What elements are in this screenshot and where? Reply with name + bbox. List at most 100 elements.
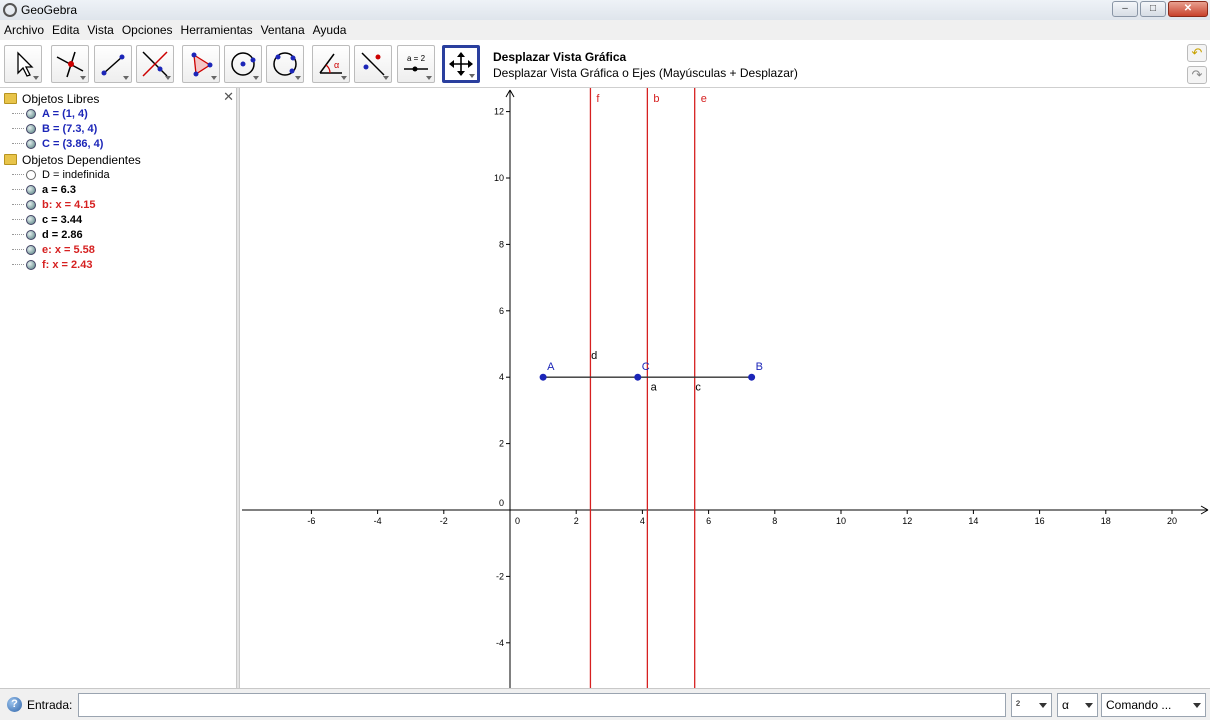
power-symbol-label: ² [1016, 698, 1020, 712]
input-field[interactable] [78, 693, 1006, 717]
algebra-item-text: e: x = 5.58 [42, 243, 95, 256]
algebra-item-text: b: x = 4.15 [42, 198, 96, 211]
tool-perpendicular-button[interactable] [136, 45, 174, 83]
command-label: Comando ... [1106, 698, 1172, 712]
point-label-B: B [756, 361, 763, 373]
geogebra-logo-icon [3, 3, 17, 17]
greek-letter-label: α [1062, 698, 1069, 712]
point-B [748, 373, 756, 381]
redo-icon[interactable]: ↷ [1187, 66, 1207, 84]
list-item[interactable]: e: x = 5.58 [12, 242, 95, 257]
x-tick-label: 8 [772, 516, 777, 526]
tool-move-graphics-button[interactable] [442, 45, 480, 83]
dependent-objects-label: Objetos Dependientes [22, 152, 141, 167]
tool-polygon-button[interactable] [182, 45, 220, 83]
menu-herramientas[interactable]: Herramientas [177, 23, 257, 37]
visibility-toggle-icon[interactable] [26, 229, 36, 240]
y-tick-label: 12 [494, 107, 504, 117]
close-button[interactable]: ✕ [1168, 1, 1208, 17]
visibility-toggle-icon[interactable] [26, 184, 36, 195]
close-icon[interactable]: ✕ [223, 89, 234, 105]
visibility-toggle-icon[interactable] [26, 244, 36, 255]
active-tool-help: Desplazar Vista Gráfica o Ejes (Mayúscul… [493, 66, 798, 80]
visibility-toggle-icon[interactable] [26, 123, 36, 134]
visibility-toggle-icon[interactable] [26, 214, 36, 225]
visibility-toggle-icon[interactable] [26, 108, 36, 119]
folder-icon [4, 154, 17, 165]
tool-circle-button[interactable] [224, 45, 262, 83]
x-tick-label: -4 [374, 516, 382, 526]
list-item[interactable]: B = (7.3, 4) [12, 121, 97, 136]
point-C [634, 373, 642, 381]
graphics-view[interactable]: -6 -4 -2 0 2 4 6 8 10 12 14 16 18 20 -4 -2 0 2 4 6 8 10 12 f b e a… [240, 88, 1210, 688]
undo-icon[interactable]: ↶ [1187, 44, 1207, 62]
algebra-item-text: f: x = 2.43 [42, 258, 93, 271]
list-item[interactable]: f: x = 2.43 [12, 257, 92, 272]
menu-ventana[interactable]: Ventana [257, 23, 309, 37]
x-tick-label: 16 [1035, 516, 1045, 526]
tool-line-button[interactable] [94, 45, 132, 83]
free-objects-folder[interactable]: Objetos Libres [4, 91, 99, 106]
command-combo[interactable]: Comando ... [1101, 693, 1206, 717]
dependent-objects-folder[interactable]: Objetos Dependientes [4, 152, 141, 167]
point-label-A: A [547, 361, 555, 373]
tool-angle-button[interactable]: α [312, 45, 350, 83]
menu-edita[interactable]: Edita [48, 23, 83, 37]
menu-opciones[interactable]: Opciones [118, 23, 177, 37]
menu-bar: Archivo Edita Vista Opciones Herramienta… [0, 20, 1210, 40]
help-icon[interactable]: ? [7, 697, 22, 712]
input-label: Entrada: [27, 698, 73, 712]
folder-icon [4, 93, 17, 104]
polygon-icon [191, 52, 213, 77]
tool-point-button[interactable] [51, 45, 89, 83]
power-symbol-combo[interactable]: ² [1011, 693, 1052, 717]
title-bar: GeoGebra – □ ✕ [0, 0, 1210, 20]
list-item[interactable]: D = indefinida [12, 167, 110, 182]
visibility-toggle-icon[interactable] [26, 169, 36, 180]
svg-text:α: α [334, 60, 339, 70]
algebra-item-text: A = (1, 4) [42, 107, 88, 120]
line-label-f: f [596, 93, 600, 105]
list-item[interactable]: b: x = 4.15 [12, 197, 96, 212]
graphics-canvas[interactable]: -6 -4 -2 0 2 4 6 8 10 12 14 16 18 20 -4 -2 0 2 4 6 8 10 12 f b e a… [240, 88, 1210, 688]
algebra-item-text: B = (7.3, 4) [42, 122, 98, 135]
tool-reflect-button[interactable] [354, 45, 392, 83]
maximize-button[interactable]: □ [1140, 1, 1166, 17]
segment-label-c: c [695, 381, 701, 393]
list-item[interactable]: c = 3.44 [12, 212, 82, 227]
toolbar: α a = 2 Desplazar Vista Gráfica Desplaza… [0, 40, 1210, 88]
svg-text:a = 2: a = 2 [407, 54, 426, 63]
menu-vista[interactable]: Vista [83, 23, 117, 37]
list-item[interactable]: d = 2.86 [12, 227, 83, 242]
menu-archivo[interactable]: Archivo [0, 23, 48, 37]
tool-slider-button[interactable]: a = 2 [397, 45, 435, 83]
y-tick-label: 2 [499, 439, 504, 449]
visibility-toggle-icon[interactable] [26, 259, 36, 270]
x-tick-label: 14 [968, 516, 978, 526]
visibility-toggle-icon[interactable] [26, 199, 36, 210]
minimize-button[interactable]: – [1112, 1, 1138, 17]
tool-move-button[interactable] [4, 45, 42, 83]
algebra-view: ✕ Objetos Libres A = (1, 4) B = (7.3, 4)… [0, 88, 236, 688]
line-label-e: e [701, 93, 707, 105]
window-title: GeoGebra [21, 3, 78, 17]
tool-circle3-button[interactable] [266, 45, 304, 83]
list-item[interactable]: a = 6.3 [12, 182, 76, 197]
segment-label-d: d [591, 350, 597, 362]
visibility-toggle-icon[interactable] [26, 138, 36, 149]
reflect-icon [361, 52, 385, 76]
y-tick-label: -4 [496, 638, 504, 648]
x-tick-label: 18 [1101, 516, 1111, 526]
algebra-item-text: D = indefinida [42, 168, 110, 181]
menu-ayuda[interactable]: Ayuda [309, 23, 351, 37]
x-tick-label: 10 [836, 516, 846, 526]
angle-icon: α [319, 53, 342, 74]
list-item[interactable]: C = (3.86, 4) [12, 136, 103, 151]
list-item[interactable]: A = (1, 4) [12, 106, 88, 121]
circle-center-point-icon [231, 52, 256, 76]
active-tool-name: Desplazar Vista Gráfica [493, 50, 627, 64]
x-tick-label: 0 [515, 516, 520, 526]
greek-letter-combo[interactable]: α [1057, 693, 1098, 717]
slider-icon: a = 2 [404, 54, 428, 72]
x-tick-label: 20 [1167, 516, 1177, 526]
